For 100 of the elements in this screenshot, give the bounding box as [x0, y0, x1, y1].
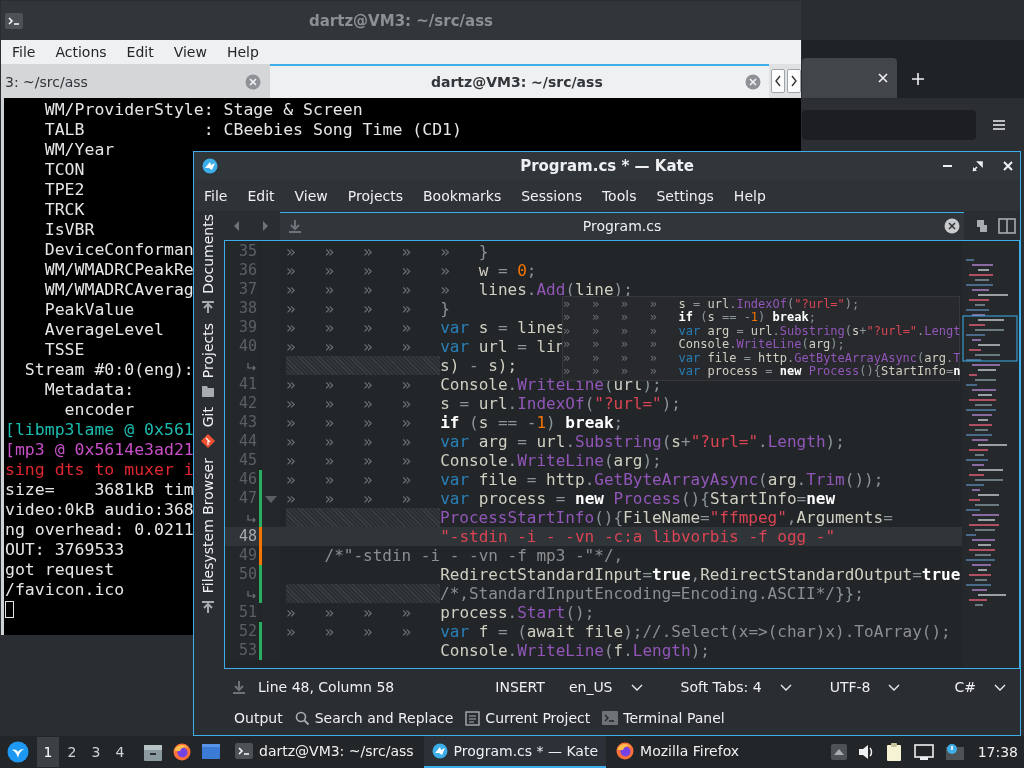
menu-icon[interactable]	[992, 118, 1006, 132]
document-tab[interactable]: Program.cs	[280, 211, 964, 240]
menu-item[interactable]: Sessions	[511, 187, 592, 204]
scroll-left-button[interactable]	[771, 69, 785, 93]
expand-icon[interactable]	[830, 744, 847, 760]
code-line: »»»»var f = (await file);//.Select(x=>(char)x).ToArray();	[286, 622, 951, 641]
terminal-line: ng overhead: 0.0211	[5, 520, 194, 540]
sidebar-tab[interactable]: Projects	[200, 322, 216, 399]
close-icon[interactable]	[877, 72, 889, 84]
menu-item[interactable]: File	[2, 44, 46, 60]
tool-view-button[interactable]: Output	[233, 710, 284, 726]
terminal-line: DeviceConforman	[43, 240, 194, 260]
browser-icon	[616, 742, 635, 760]
desktop-button[interactable]: 4	[109, 737, 131, 767]
terminal-line: OUT: 3769533	[5, 540, 125, 560]
code-line: s) - s);	[440, 356, 518, 375]
plus-icon[interactable]	[911, 72, 925, 86]
code-line: »»»»process.Start();	[286, 603, 595, 622]
network-icon[interactable]	[913, 743, 934, 761]
terminal-tab[interactable]: dartz@VM3: ~/src/ass	[269, 64, 769, 98]
file-drawer-icon[interactable]	[143, 742, 163, 762]
task-button[interactable]: dartz@VM3: ~/src/ass	[227, 736, 422, 768]
app-icon	[431, 743, 448, 759]
task-button[interactable]: Program.cs * — Kate	[423, 736, 607, 768]
clock[interactable]: 17:38	[977, 744, 1018, 760]
menu-item[interactable]: Help	[216, 44, 269, 60]
split-icon[interactable]	[998, 217, 1016, 234]
wrap-icon	[245, 512, 257, 523]
close-icon[interactable]	[944, 218, 960, 234]
chevron-right-icon	[790, 75, 798, 87]
wrap-icon	[245, 360, 257, 371]
sidebar-tab[interactable]: Documents	[200, 214, 216, 314]
terminal-line: got request	[5, 560, 115, 580]
forward-icon[interactable]	[261, 219, 270, 232]
line-number: 42	[238, 394, 257, 413]
clipboard-icon[interactable]	[884, 742, 903, 762]
code-line: ProcessStartInfo(){FileName="ffmpeg",Arguments=	[440, 508, 893, 527]
terminal-line: TRCK	[43, 200, 85, 220]
dropdown-button[interactable]: C#	[944, 674, 1020, 700]
terminal-icon[interactable]	[5, 11, 23, 30]
browser-icon[interactable]	[173, 743, 191, 761]
terminal-line: TPE2	[43, 180, 85, 200]
dropdown-button[interactable]: Soft Tabs: 4	[670, 674, 812, 700]
sidebar-tab[interactable]: Filesystem Browser	[200, 458, 216, 614]
terminal-line: TCON	[43, 160, 85, 180]
chevron-down-icon	[994, 682, 1006, 692]
menu-item[interactable]: Settings	[646, 187, 724, 204]
wrap-icon	[245, 588, 257, 599]
terminal-line: /favicon.ico	[5, 580, 125, 600]
dropdown-button[interactable]: UTF-8	[819, 674, 921, 700]
scroll-right-button[interactable]	[787, 69, 801, 93]
start-menu-icon[interactable]	[7, 741, 29, 763]
terminal-line: encoder	[63, 400, 135, 420]
dropdown-button[interactable]: en_US	[558, 674, 663, 700]
search-icon	[294, 710, 310, 726]
speaker-icon[interactable]	[857, 743, 874, 761]
code-editor[interactable]	[224, 240, 1020, 669]
app-icon[interactable]	[202, 158, 218, 174]
menu-item[interactable]: Edit	[237, 187, 285, 204]
line-number: 43	[238, 413, 257, 432]
terminal-line: WM/WMADRCPeakRe	[43, 260, 194, 280]
line-number: 37	[238, 280, 257, 299]
terminal-icon	[235, 742, 253, 760]
menu-item[interactable]: View	[284, 187, 338, 204]
tool-view-button[interactable]: Search and Replace	[293, 710, 455, 726]
line-number: 40	[238, 337, 257, 356]
download-icon[interactable]	[232, 679, 246, 695]
menu-item[interactable]: Projects	[337, 187, 413, 204]
back-icon[interactable]	[232, 219, 241, 232]
line-number: 48	[238, 527, 257, 546]
desktop-button[interactable]: 1	[37, 737, 59, 767]
terminal-line: WM/ProviderStyle: Stage & Screen	[43, 100, 363, 120]
desktop-button[interactable]: 2	[61, 737, 83, 767]
code-line: »»»»s = url.IndexOf("?url=");	[286, 394, 681, 413]
line-number: 39	[238, 318, 257, 337]
menu-item[interactable]: Tools	[591, 187, 647, 204]
window-icon[interactable]	[201, 742, 221, 762]
tool-view-button[interactable]: Terminal Panel	[601, 710, 726, 726]
menu-item[interactable]: Help	[723, 187, 776, 204]
maximize-icon[interactable]	[971, 159, 984, 173]
url-field[interactable]	[802, 110, 976, 140]
code-line: »»»»}	[286, 299, 450, 318]
menu-item[interactable]: File	[194, 187, 238, 204]
line-number: 53	[238, 641, 257, 660]
desktop-button[interactable]: 3	[85, 737, 107, 767]
menu-item[interactable]: Actions	[45, 44, 117, 60]
notification-icon[interactable]	[944, 743, 965, 761]
upload-icon	[201, 599, 215, 614]
task-button[interactable]: Mozilla Firefox	[608, 736, 748, 768]
split-view-icon[interactable]	[974, 217, 990, 234]
code-line: /*,StandardInputEncoding=Encoding.ASCII*/}};	[440, 584, 864, 603]
close-icon[interactable]	[1002, 160, 1014, 172]
sidebar-tab[interactable]: Git	[200, 407, 216, 450]
menu-item[interactable]: View	[163, 44, 217, 60]
terminal-tab[interactable]: 3: ~/src/ass	[1, 64, 270, 98]
input-mode-button[interactable]: INSERT	[495, 679, 545, 695]
terminal-line: [libmp3lame @ 0x561	[5, 420, 194, 440]
tool-view-button[interactable]: Current Project	[464, 710, 592, 726]
menu-item[interactable]: Bookmarks	[413, 187, 512, 204]
menu-item[interactable]: Edit	[116, 44, 164, 60]
